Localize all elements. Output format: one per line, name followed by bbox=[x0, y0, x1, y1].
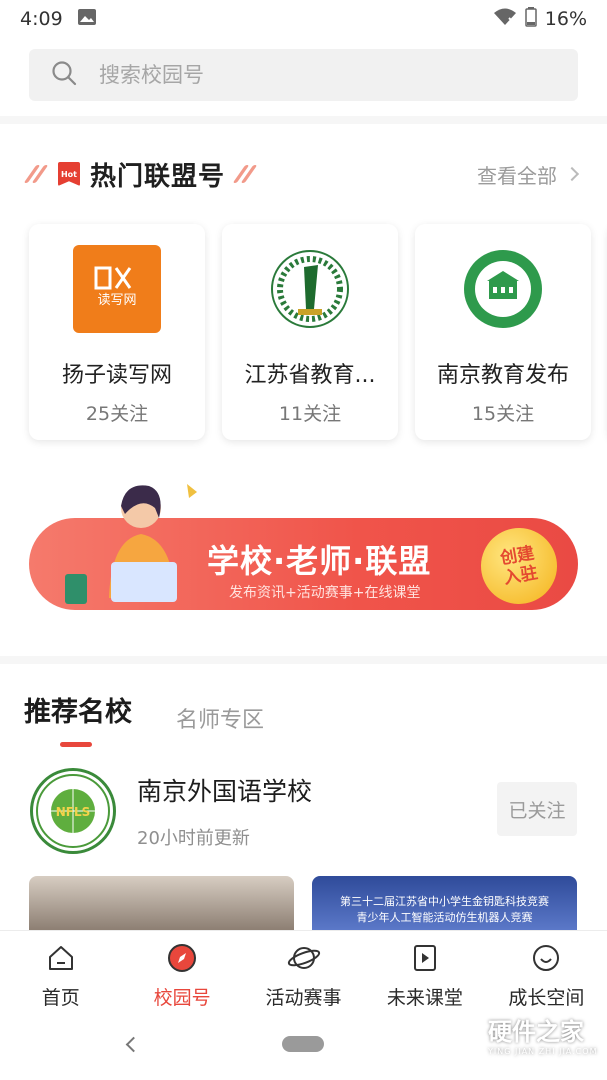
watermark-subtitle: YING JIAN ZHI JIA.COM bbox=[488, 1047, 598, 1056]
section-divider bbox=[0, 116, 607, 124]
home-icon bbox=[46, 943, 76, 977]
chevron-right-icon bbox=[564, 166, 580, 182]
nav-label: 首页 bbox=[41, 987, 80, 1009]
nav-label: 未来课堂 bbox=[386, 987, 463, 1009]
nanjing-education-logo bbox=[459, 245, 547, 333]
search-input[interactable] bbox=[99, 63, 499, 87]
banner-title: 学校·老师·联盟 bbox=[207, 542, 432, 580]
tab-recommended-schools[interactable]: 推荐名校 bbox=[24, 690, 132, 729]
card-followers: 15关注 bbox=[471, 403, 535, 425]
photo-caption-line-1: 第三十二届江苏省中小学生金钥匙科技竞赛 bbox=[340, 895, 549, 908]
card-name: 南京教育发布 bbox=[436, 363, 569, 388]
yangzi-logo: 读写网 bbox=[73, 245, 161, 333]
nav-campus[interactable]: 校园号 bbox=[121, 931, 242, 1012]
tab-famous-teachers[interactable]: 名师专区 bbox=[176, 702, 264, 734]
jiangsu-education-logo bbox=[266, 245, 354, 333]
nav-home[interactable]: 首页 bbox=[0, 931, 121, 1012]
decorative-slashes-right bbox=[232, 165, 258, 183]
decorative-slashes-left bbox=[23, 165, 49, 183]
school-updated-time: 20小时前更新 bbox=[137, 828, 250, 849]
view-all-link[interactable]: 查看全部 bbox=[477, 160, 580, 189]
alliance-cards: 读写网 扬子读写网 25关注 江苏省教育... 11关注 南京教育发布 15关注 bbox=[29, 224, 607, 440]
watermark-logo-icon bbox=[440, 1012, 480, 1056]
search-icon bbox=[51, 60, 77, 90]
alliance-card[interactable]: 江苏省教育... 11关注 bbox=[222, 224, 398, 440]
section-divider bbox=[0, 656, 607, 664]
view-all-label: 查看全部 bbox=[477, 163, 557, 188]
status-time: 4:09 bbox=[20, 8, 63, 30]
image-notification-icon bbox=[77, 8, 97, 31]
content-tabs: 推荐名校 名师专区 bbox=[0, 690, 607, 750]
photo-caption: 第三十二届江苏省中小学生金钥匙科技竞赛 青少年人工智能活动仿生机器人竞赛 bbox=[312, 876, 577, 926]
nav-future-classroom[interactable]: 未来课堂 bbox=[364, 931, 485, 1012]
wifi-icon bbox=[493, 7, 517, 32]
nav-events[interactable]: 活动赛事 bbox=[243, 931, 364, 1012]
teacher-illustration bbox=[59, 478, 209, 613]
active-tab-indicator bbox=[60, 742, 92, 747]
watermark-title: 硬件之家 bbox=[488, 1018, 584, 1046]
school-list-item[interactable]: NFLS 南京外国语学校 20小时前更新 已关注 bbox=[0, 762, 607, 862]
svg-text:读写网: 读写网 bbox=[97, 293, 136, 308]
photo-caption-line-2: 青少年人工智能活动仿生机器人竞赛 bbox=[356, 911, 533, 924]
bottom-nav: 首页 校园号 活动赛事 未来课堂 成长空间 bbox=[0, 930, 607, 1012]
banner-subtitle: 发布资讯+活动赛事+在线课堂 bbox=[229, 585, 421, 601]
nav-label: 活动赛事 bbox=[265, 987, 342, 1009]
hot-section-header: Hot 热门联盟号 查看全部 bbox=[0, 148, 607, 200]
card-followers: 25关注 bbox=[85, 403, 149, 425]
watermark: 硬件之家 YING JIAN ZHI JIA.COM bbox=[440, 1012, 597, 1056]
school-name: 南京外国语学校 bbox=[137, 777, 313, 806]
hot-badge: Hot bbox=[58, 162, 80, 186]
alliance-card[interactable]: 读写网 扬子读写网 25关注 bbox=[29, 224, 205, 440]
badge-line-2: 入驻 bbox=[502, 563, 540, 589]
school-photo[interactable] bbox=[29, 876, 294, 930]
battery-percent: 16% bbox=[544, 8, 587, 30]
battery-icon bbox=[525, 6, 537, 32]
home-gesture-pill[interactable] bbox=[282, 1036, 324, 1052]
nav-growth-space[interactable]: 成长空间 bbox=[486, 931, 607, 1012]
school-logo-text: NFLS bbox=[56, 805, 91, 819]
play-book-icon bbox=[410, 943, 440, 977]
school-logo: NFLS bbox=[30, 768, 116, 854]
card-name: 扬子读写网 bbox=[61, 363, 172, 388]
status-bar: 4:09 16% bbox=[0, 0, 607, 38]
nav-label: 校园号 bbox=[153, 987, 211, 1009]
planet-icon bbox=[287, 943, 321, 977]
card-name: 江苏省教育... bbox=[244, 363, 376, 388]
search-area bbox=[0, 38, 607, 116]
card-followers: 11关注 bbox=[278, 403, 342, 425]
back-icon[interactable] bbox=[125, 1036, 142, 1053]
smile-icon bbox=[531, 943, 561, 977]
compass-icon bbox=[167, 943, 197, 977]
create-alliance-banner[interactable]: 学校·老师·联盟 发布资讯+活动赛事+在线课堂 创建 入驻 bbox=[29, 478, 578, 618]
search-bar[interactable] bbox=[29, 49, 578, 101]
school-photo[interactable]: 第三十二届江苏省中小学生金钥匙科技竞赛 青少年人工智能活动仿生机器人竞赛 bbox=[312, 876, 577, 930]
nav-label: 成长空间 bbox=[508, 987, 585, 1009]
alliance-card[interactable]: 南京教育发布 15关注 bbox=[415, 224, 591, 440]
section-title: 热门联盟号 bbox=[90, 161, 226, 192]
followed-button[interactable]: 已关注 bbox=[497, 782, 577, 836]
